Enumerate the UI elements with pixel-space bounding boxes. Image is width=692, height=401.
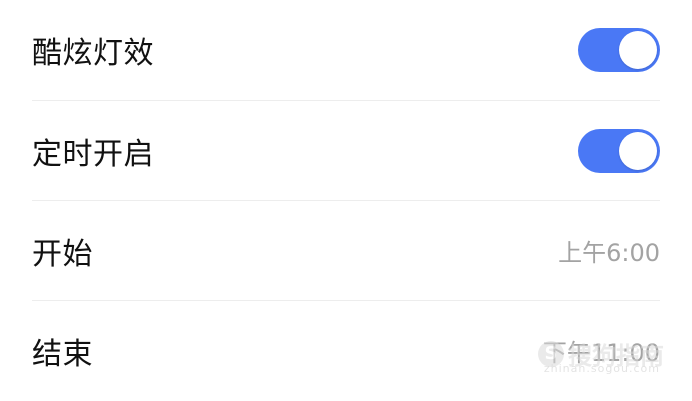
setting-row-cool-light-effect[interactable]: 酷炫灯效 xyxy=(32,0,660,100)
toggle-knob xyxy=(619,131,657,170)
scheduled-on-toggle[interactable] xyxy=(578,128,660,173)
cool-light-effect-toggle[interactable] xyxy=(578,28,660,72)
setting-label: 定时开启 xyxy=(32,136,154,172)
setting-label: 开始 xyxy=(32,236,93,272)
setting-row-start-time[interactable]: 开始 上午6:00 xyxy=(32,200,660,300)
start-time-value: 上午6:00 xyxy=(558,239,660,267)
watermark-url: zhinan.sogou.com xyxy=(543,362,660,375)
setting-label: 酷炫灯效 xyxy=(32,36,154,71)
settings-list: 酷炫灯效 定时开启 开始 上午6:00 结束 下午11:00 xyxy=(32,0,660,400)
setting-label: 结束 xyxy=(32,336,93,372)
setting-row-end-time[interactable]: 结束 下午11:00 xyxy=(32,300,660,400)
toggle-knob xyxy=(619,31,657,69)
setting-row-scheduled-on[interactable]: 定时开启 xyxy=(32,100,660,200)
